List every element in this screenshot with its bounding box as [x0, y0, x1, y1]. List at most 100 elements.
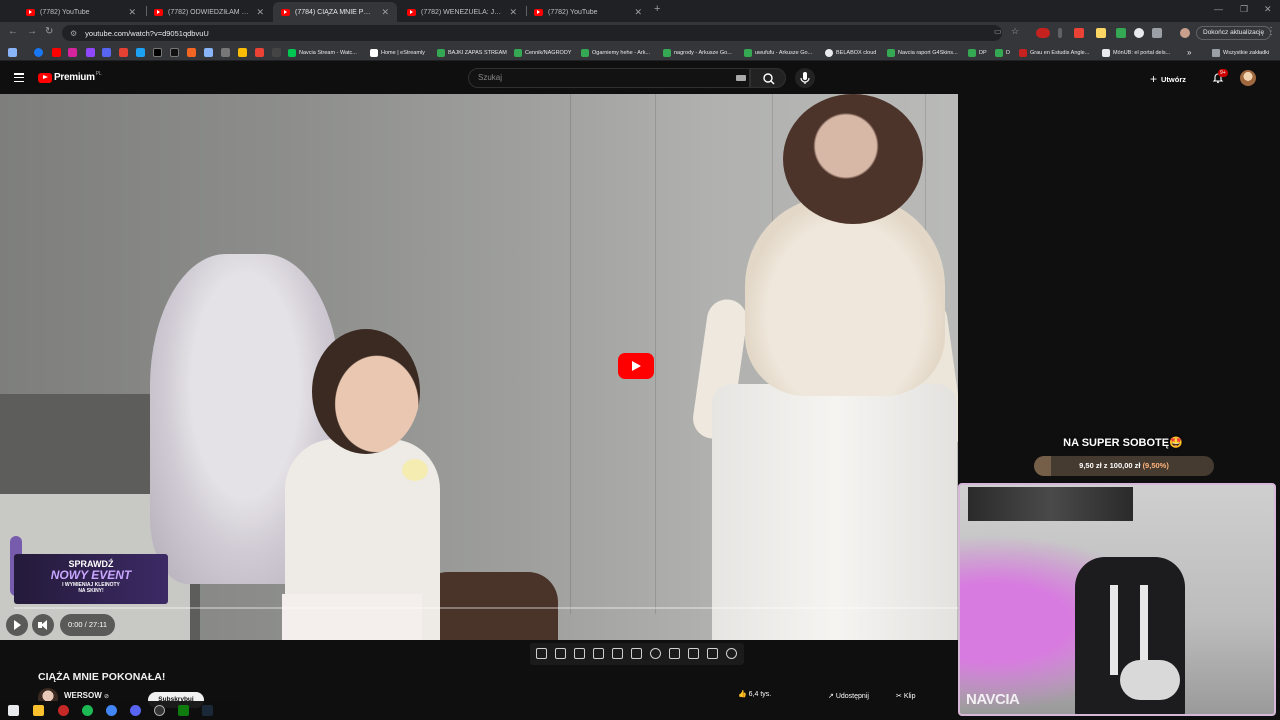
bookmark-item[interactable]: BAJKI ZAPAS STREAM [437, 47, 507, 58]
hamburger-menu-icon[interactable] [14, 73, 24, 83]
browser-tab[interactable]: (7782) YouTube ✕ [18, 2, 144, 22]
screen-icon[interactable] [669, 648, 680, 659]
filter-icon[interactable] [707, 648, 718, 659]
loop-icon[interactable] [536, 648, 547, 659]
bookmark-item[interactable]: Ogarniemy hehe - Ark... [581, 47, 650, 58]
bookmark-item[interactable]: nagrody - Arkusze Go... [663, 47, 732, 58]
bookmark-item[interactable]: Cennik/NAGRODY [514, 47, 571, 58]
browser-tab[interactable]: (7782) YouTube ✕ [526, 2, 650, 22]
spotify-icon[interactable] [82, 705, 93, 716]
update-chrome-button[interactable]: Dokończ aktualizację [1196, 26, 1272, 40]
bookmark-item[interactable]: DP [968, 47, 987, 58]
bookmark-item[interactable]: Navcia raport G4Skins... [887, 47, 958, 58]
picture-in-picture-icon[interactable] [612, 648, 623, 659]
share-button[interactable]: ↗ Udostępnij [828, 692, 869, 700]
extension-icon[interactable] [1058, 28, 1062, 38]
mini-player-icon[interactable] [631, 648, 642, 659]
extension-icon[interactable] [1116, 28, 1126, 38]
facebook-icon[interactable] [34, 48, 43, 57]
bookmark-item[interactable]: Grau en Estudis Angle... [1019, 47, 1089, 58]
menu-kebab-icon[interactable]: ⋮ [1266, 26, 1276, 37]
discord-icon[interactable] [130, 705, 141, 716]
bookmark-item[interactable]: BELABOX cloud [825, 47, 876, 58]
search-button[interactable] [750, 68, 786, 88]
bookmark-item[interactable]: uwufufu - Arkusze Go... [744, 47, 812, 58]
bookmark-icon[interactable] [136, 48, 145, 57]
search-input[interactable]: Szukaj [468, 68, 750, 88]
instagram-icon[interactable] [68, 48, 77, 57]
like-button[interactable]: 👍 6,4 tys. [738, 690, 771, 708]
close-tab-icon[interactable]: ✕ [128, 7, 136, 18]
file-explorer-icon[interactable] [33, 705, 44, 716]
twitch-icon[interactable] [86, 48, 95, 57]
clip-button[interactable]: ✂ Klip [896, 692, 916, 700]
all-bookmarks-button[interactable]: Wszystkie zakładki [1212, 47, 1269, 58]
browser-tab[interactable]: (7782) ODWIEDZIŁAM OSTATNICH ✕ [146, 2, 272, 22]
windows-start-icon[interactable] [8, 705, 19, 716]
x-twitter-icon[interactable] [153, 48, 162, 57]
close-tab-icon[interactable]: ✕ [634, 7, 642, 18]
large-play-button[interactable] [618, 353, 654, 379]
youtube-icon[interactable] [52, 48, 61, 57]
browser-tab-active[interactable]: (7784) CIĄŻA MNIE POKONAŁA! ✕ [273, 2, 397, 22]
channel-name[interactable]: WERSOW ⊘ [64, 691, 109, 700]
close-tab-icon[interactable]: ✕ [256, 7, 264, 18]
audio-icon[interactable] [555, 648, 566, 659]
bookmark-item[interactable]: D [995, 47, 1010, 58]
playlist-icon[interactable] [574, 648, 585, 659]
close-tab-icon[interactable]: ✕ [381, 7, 389, 18]
reload-icon[interactable]: ↻ [45, 26, 53, 37]
opera-icon[interactable] [58, 705, 69, 716]
browser-tab[interactable]: (7782) WENEZUELA: Jak bardzo je ✕ [399, 2, 525, 22]
site-info-icon[interactable]: ⚙ [70, 29, 77, 38]
screenshot-camera-icon[interactable] [688, 648, 699, 659]
chrome-icon[interactable] [106, 705, 117, 716]
account-avatar[interactable] [1240, 70, 1256, 86]
bookmark-icon[interactable] [255, 48, 264, 57]
extension-icon[interactable] [1074, 28, 1084, 38]
extension-icon[interactable] [1134, 28, 1144, 38]
profile-avatar-icon[interactable] [1180, 28, 1190, 38]
volume-button[interactable] [32, 614, 54, 636]
create-button[interactable]: + Utwórz [1150, 70, 1186, 88]
cast-icon[interactable]: ▭ [994, 27, 1002, 36]
extension-icon[interactable] [1096, 28, 1106, 38]
voice-search-button[interactable] [795, 68, 815, 88]
maximize-icon[interactable]: ❐ [1240, 4, 1248, 15]
settings-gear-icon[interactable] [726, 648, 737, 659]
video-player[interactable]: SPRAWDŹ NOWY EVENT I WYMIENIAJ KLEINOTY … [0, 94, 958, 640]
bookmark-icon[interactable] [221, 48, 230, 57]
video-progress-bar[interactable] [14, 607, 958, 609]
bookmark-icon[interactable] [187, 48, 196, 57]
address-bar[interactable]: ⚙ youtube.com/watch?v=d9051qdbvuU [62, 25, 1002, 41]
extension-icon[interactable] [1036, 28, 1050, 38]
bookmark-icon[interactable] [119, 48, 128, 57]
back-arrow-icon[interactable]: ← [8, 26, 18, 37]
youtube-premium-logo[interactable]: Premium PL [38, 71, 102, 83]
bookmark-item[interactable]: Home | eStreamly [370, 47, 425, 58]
apps-grid-icon[interactable] [8, 48, 17, 57]
keyboard-icon[interactable] [736, 75, 746, 81]
forward-arrow-icon[interactable]: → [27, 26, 37, 37]
bookmarks-overflow-button[interactable]: » [1187, 47, 1191, 58]
star-bookmark-icon[interactable]: ☆ [1011, 26, 1019, 37]
tiktok-icon[interactable] [170, 48, 179, 57]
bookmark-icon[interactable] [204, 48, 213, 57]
event-promo-banner[interactable]: SPRAWDŹ NOWY EVENT I WYMIENIAJ KLEINOTY … [14, 554, 168, 604]
minimize-icon[interactable]: — [1214, 4, 1223, 14]
captions-icon[interactable] [593, 648, 604, 659]
bookmark-item[interactable]: Navcia Stream - Watc... [288, 47, 357, 58]
obs-icon[interactable] [154, 705, 165, 716]
bookmark-icon[interactable] [238, 48, 247, 57]
discord-icon[interactable] [102, 48, 111, 57]
speed-icon[interactable] [650, 648, 661, 659]
bookmark-item[interactable]: MónUB: el portal dels... [1102, 47, 1170, 58]
bookmark-icon[interactable] [272, 48, 281, 57]
steam-icon[interactable] [202, 705, 213, 716]
excel-icon[interactable] [178, 705, 189, 716]
extensions-puzzle-icon[interactable] [1152, 28, 1162, 38]
new-tab-button[interactable]: + [654, 3, 660, 15]
play-pause-button[interactable] [6, 614, 28, 636]
close-tab-icon[interactable]: ✕ [509, 7, 517, 18]
close-window-icon[interactable]: ✕ [1264, 4, 1272, 15]
